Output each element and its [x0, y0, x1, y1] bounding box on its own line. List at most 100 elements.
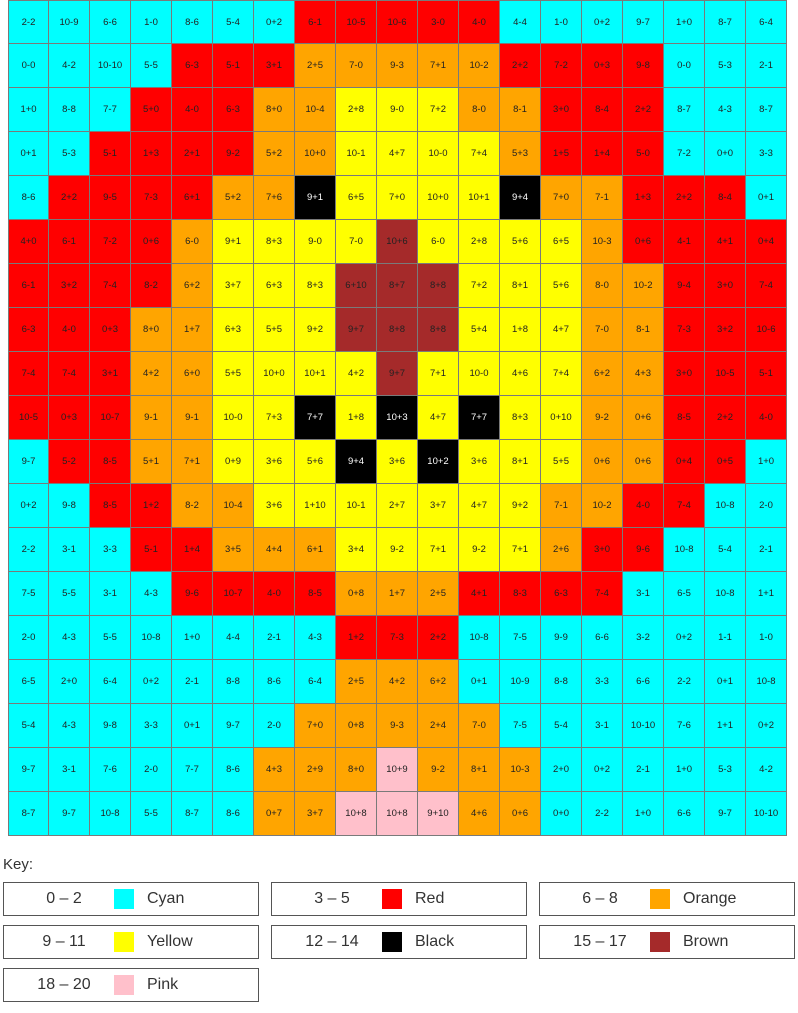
- grid-cell[interactable]: 8-1: [623, 308, 664, 352]
- grid-cell[interactable]: 5+2: [213, 176, 254, 220]
- grid-cell[interactable]: 7-3: [377, 616, 418, 660]
- grid-cell[interactable]: 8-8: [541, 660, 582, 704]
- grid-cell[interactable]: 10-7: [90, 396, 131, 440]
- grid-cell[interactable]: 4-0: [746, 396, 787, 440]
- grid-cell[interactable]: 2-0: [746, 484, 787, 528]
- grid-cell[interactable]: 0-0: [664, 44, 705, 88]
- grid-cell[interactable]: 9+1: [213, 220, 254, 264]
- grid-cell[interactable]: 0+6: [582, 440, 623, 484]
- grid-cell[interactable]: 6-3: [213, 88, 254, 132]
- grid-cell[interactable]: 4-0: [49, 308, 90, 352]
- grid-cell[interactable]: 6-5: [8, 660, 49, 704]
- grid-cell[interactable]: 4-3: [49, 616, 90, 660]
- grid-cell[interactable]: 1+0: [8, 88, 49, 132]
- grid-cell[interactable]: 4-0: [254, 572, 295, 616]
- grid-cell[interactable]: 6-6: [664, 792, 705, 836]
- grid-cell[interactable]: 8-5: [664, 396, 705, 440]
- grid-cell[interactable]: 0+10: [541, 396, 582, 440]
- grid-cell[interactable]: 2+0: [541, 748, 582, 792]
- grid-cell[interactable]: 4+7: [541, 308, 582, 352]
- grid-cell[interactable]: 6-6: [582, 616, 623, 660]
- grid-cell[interactable]: 9+4: [336, 440, 377, 484]
- grid-cell[interactable]: 1+7: [172, 308, 213, 352]
- grid-cell[interactable]: 10-5: [336, 0, 377, 44]
- grid-cell[interactable]: 3-3: [746, 132, 787, 176]
- grid-cell[interactable]: 2+5: [336, 660, 377, 704]
- grid-cell[interactable]: 10+0: [295, 132, 336, 176]
- grid-cell[interactable]: 2+2: [664, 176, 705, 220]
- grid-cell[interactable]: 6+2: [582, 352, 623, 396]
- grid-cell[interactable]: 8-2: [172, 484, 213, 528]
- grid-cell[interactable]: 0+1: [705, 660, 746, 704]
- grid-cell[interactable]: 7+1: [500, 528, 541, 572]
- grid-cell[interactable]: 9-4: [664, 264, 705, 308]
- grid-cell[interactable]: 8-6: [213, 748, 254, 792]
- grid-cell[interactable]: 10-1: [336, 132, 377, 176]
- grid-cell[interactable]: 9+10: [418, 792, 459, 836]
- grid-cell[interactable]: 10-4: [213, 484, 254, 528]
- grid-cell[interactable]: 0+4: [746, 220, 787, 264]
- grid-cell[interactable]: 10-2: [623, 264, 664, 308]
- grid-cell[interactable]: 2+2: [49, 176, 90, 220]
- grid-cell[interactable]: 3-3: [90, 528, 131, 572]
- grid-cell[interactable]: 2-1: [746, 44, 787, 88]
- grid-cell[interactable]: 4+3: [254, 748, 295, 792]
- grid-cell[interactable]: 10+1: [459, 176, 500, 220]
- grid-cell[interactable]: 9-2: [582, 396, 623, 440]
- grid-cell[interactable]: 2-1: [746, 528, 787, 572]
- grid-cell[interactable]: 0+2: [664, 616, 705, 660]
- grid-cell[interactable]: 5-5: [90, 616, 131, 660]
- grid-cell[interactable]: 5-3: [705, 748, 746, 792]
- grid-cell[interactable]: 8-5: [295, 572, 336, 616]
- grid-cell[interactable]: 6-3: [8, 308, 49, 352]
- grid-cell[interactable]: 8-0: [459, 88, 500, 132]
- grid-cell[interactable]: 7+1: [418, 528, 459, 572]
- grid-cell[interactable]: 1+5: [541, 132, 582, 176]
- grid-cell[interactable]: 0+2: [254, 0, 295, 44]
- grid-cell[interactable]: 9+4: [500, 176, 541, 220]
- grid-cell[interactable]: 6-4: [746, 0, 787, 44]
- grid-cell[interactable]: 6-4: [90, 660, 131, 704]
- grid-cell[interactable]: 5-4: [213, 0, 254, 44]
- grid-cell[interactable]: 3+7: [418, 484, 459, 528]
- grid-cell[interactable]: 1+4: [582, 132, 623, 176]
- grid-cell[interactable]: 7+6: [254, 176, 295, 220]
- grid-cell[interactable]: 10-8: [131, 616, 172, 660]
- grid-cell[interactable]: 10-5: [705, 352, 746, 396]
- grid-cell[interactable]: 3+2: [49, 264, 90, 308]
- grid-cell[interactable]: 2+5: [418, 572, 459, 616]
- grid-cell[interactable]: 10-9: [500, 660, 541, 704]
- grid-cell[interactable]: 6-0: [418, 220, 459, 264]
- grid-cell[interactable]: 3-0: [418, 0, 459, 44]
- grid-cell[interactable]: 7-5: [500, 704, 541, 748]
- grid-cell[interactable]: 2-2: [8, 0, 49, 44]
- grid-cell[interactable]: 8-2: [131, 264, 172, 308]
- grid-cell[interactable]: 9-6: [172, 572, 213, 616]
- grid-cell[interactable]: 0+3: [582, 44, 623, 88]
- grid-cell[interactable]: 6+5: [336, 176, 377, 220]
- grid-cell[interactable]: 0+2: [746, 704, 787, 748]
- grid-cell[interactable]: 8-7: [746, 88, 787, 132]
- grid-cell[interactable]: 0+2: [8, 484, 49, 528]
- grid-cell[interactable]: 5+6: [541, 264, 582, 308]
- grid-cell[interactable]: 2+1: [172, 132, 213, 176]
- grid-cell[interactable]: 7-2: [541, 44, 582, 88]
- grid-cell[interactable]: 8-6: [8, 176, 49, 220]
- grid-cell[interactable]: 6+3: [254, 264, 295, 308]
- grid-cell[interactable]: 5-1: [213, 44, 254, 88]
- grid-cell[interactable]: 3-1: [49, 748, 90, 792]
- grid-cell[interactable]: 1+8: [336, 396, 377, 440]
- grid-cell[interactable]: 6-1: [295, 0, 336, 44]
- grid-cell[interactable]: 0+2: [582, 0, 623, 44]
- grid-cell[interactable]: 7+2: [418, 88, 459, 132]
- grid-cell[interactable]: 5+5: [213, 352, 254, 396]
- grid-cell[interactable]: 8-5: [90, 484, 131, 528]
- grid-cell[interactable]: 4+6: [500, 352, 541, 396]
- grid-cell[interactable]: 0+6: [623, 440, 664, 484]
- grid-cell[interactable]: 9+2: [295, 308, 336, 352]
- grid-cell[interactable]: 0+0: [705, 132, 746, 176]
- grid-cell[interactable]: 10-5: [8, 396, 49, 440]
- grid-cell[interactable]: 3+7: [213, 264, 254, 308]
- grid-cell[interactable]: 9-0: [377, 88, 418, 132]
- grid-cell[interactable]: 5-3: [705, 44, 746, 88]
